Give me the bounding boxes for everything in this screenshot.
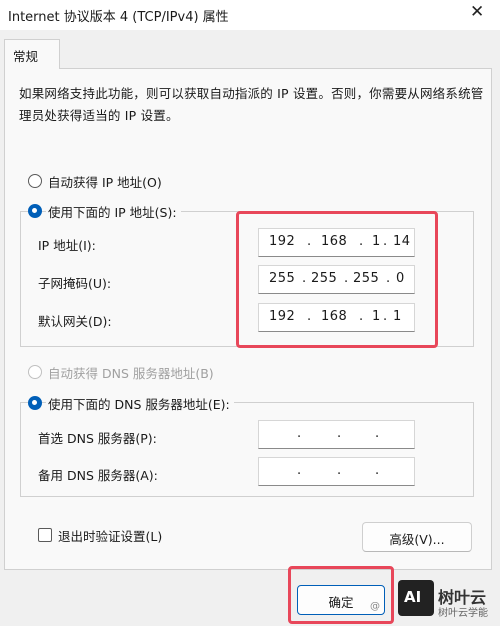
watermark-subtext: 树叶云学能: [438, 608, 488, 619]
ip-dot: .: [297, 426, 302, 441]
tab-general-label: 常规: [13, 49, 39, 64]
close-icon: ✕: [470, 2, 485, 22]
auto-ip-label[interactable]: 自动获得 IP 地址(O): [48, 172, 162, 191]
ip-dot: .: [297, 463, 302, 478]
ip-dot: .: [337, 426, 342, 441]
watermark-logo-text: AI: [404, 588, 422, 606]
manual-ip-radio[interactable]: [28, 204, 42, 218]
watermark-logo-icon: AI: [398, 580, 434, 616]
watermark: AI 树叶云 树叶云学能: [398, 578, 500, 626]
manual-dns-radio[interactable]: [28, 396, 42, 410]
ip-dot: .: [375, 463, 380, 478]
auto-ip-radio[interactable]: [28, 174, 42, 188]
ip-fields-highlight: [236, 211, 438, 348]
ip-dot: .: [375, 426, 380, 441]
validate-on-exit-label[interactable]: 退出时验证设置(L): [58, 526, 162, 545]
preferred-dns-label: 首选 DNS 服务器(P):: [38, 431, 157, 446]
window-title: Internet 协议版本 4 (TCP/IPv4) 属性: [8, 10, 229, 25]
title-bar: Internet 协议版本 4 (TCP/IPv4) 属性 ✕: [0, 0, 500, 30]
manual-dns-label[interactable]: 使用下面的 DNS 服务器地址(E):: [46, 394, 234, 413]
ok-button-highlight: [288, 566, 394, 624]
subnet-mask-label: 子网掩码(U):: [38, 276, 112, 291]
advanced-button-label: 高级(V)...: [389, 532, 445, 547]
auto-dns-radio[interactable]: [28, 365, 42, 379]
tab-general[interactable]: 常规: [4, 39, 60, 69]
alternate-dns-input[interactable]: . . .: [258, 457, 415, 486]
validate-on-exit-checkbox[interactable]: [38, 528, 52, 542]
advanced-button[interactable]: 高级(V)...: [362, 522, 472, 552]
close-button[interactable]: ✕: [454, 0, 500, 30]
default-gateway-label: 默认网关(D):: [38, 314, 112, 329]
auto-dns-label[interactable]: 自动获得 DNS 服务器地址(B): [48, 363, 214, 382]
manual-ip-label[interactable]: 使用下面的 IP 地址(S):: [46, 202, 181, 221]
watermark-at: @: [370, 601, 380, 612]
description-text: 如果网络支持此功能，则可以获取自动指派的 IP 设置。否则，你需要从网络系统管理…: [19, 86, 484, 123]
ip-address-label: IP 地址(I):: [38, 238, 96, 253]
ip-dot: .: [337, 463, 342, 478]
alternate-dns-label: 备用 DNS 服务器(A):: [38, 468, 158, 483]
preferred-dns-input[interactable]: . . .: [258, 420, 415, 449]
